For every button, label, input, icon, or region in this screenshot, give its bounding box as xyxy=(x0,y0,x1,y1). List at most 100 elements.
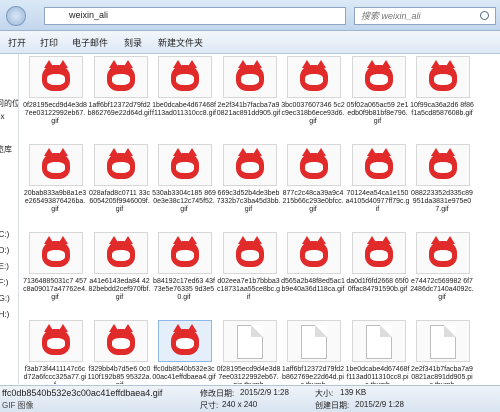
file-name-label: 669c3d52b4de3beb7332b7c3ba45d3bb.gif xyxy=(216,190,281,213)
file-thumbnail[interactable] xyxy=(93,56,148,98)
email-button[interactable]: 电子邮件 xyxy=(72,36,108,49)
file-name-label: 2e2f341b7facba7a90821ac891dd905.gif xyxy=(216,102,281,117)
modified-label: 修改日期: xyxy=(200,389,235,398)
file-name-label: 877c2c48ca39a9c4215b66c293e0bfcc.gif xyxy=(282,190,344,213)
created-value: 2015/2/9 1:28 xyxy=(355,400,404,409)
file-name-label: d565a2b48f8ed5ac1b9e40a36d118ca.gif xyxy=(281,278,345,293)
file-name-label: 1aff6bf12372d79fd2b862769e22d64d.pic.thu… xyxy=(281,366,345,384)
open-button[interactable]: 打开 xyxy=(8,36,26,49)
fox-character-icon xyxy=(106,148,135,179)
sidebar-item-drive-f[interactable]: (F:) xyxy=(0,278,8,287)
command-bar: 打开 打印 电子邮件 刻录 新建文件夹 xyxy=(0,31,500,54)
file-name-label: 530ab3304c185 8690e3e38c12c745f52.gif xyxy=(152,190,216,213)
file-thumbnail[interactable] xyxy=(158,232,212,274)
created-label: 创建日期: xyxy=(315,401,350,410)
file-name-label: 0f28195ecd9d4e3d87ee03122992eb67.gif xyxy=(23,102,87,125)
file-thumbnail[interactable] xyxy=(222,56,277,98)
file-thumbnail[interactable] xyxy=(416,232,470,274)
modified-value: 2015/2/9 1:28 xyxy=(240,388,289,397)
file-name-label: 70124ea54ca1e150a4105d40977ff79c.gif xyxy=(345,190,410,213)
sidebar-item-drive-d[interactable]: (D:) xyxy=(0,246,9,255)
file-grid: 0f28195ecd9d4e3d87ee03122992eb67.gif 1aff… xyxy=(19,54,500,384)
sidebar-item-drive-g[interactable]: (G:) xyxy=(0,294,10,303)
sidebar-item[interactable]: ox xyxy=(0,112,4,121)
blank-file-icon xyxy=(430,325,456,359)
blank-file-icon xyxy=(236,325,263,359)
title-bar: weixin_ali xyxy=(0,0,500,31)
file-thumbnail[interactable] xyxy=(93,144,148,186)
file-thumbnail[interactable] xyxy=(351,320,406,362)
dims-label: 尺寸: xyxy=(200,401,219,410)
file-thumbnail[interactable] xyxy=(29,232,83,274)
file-thumbnail[interactable] xyxy=(287,144,341,186)
address-bar[interactable]: weixin_ali xyxy=(44,7,346,25)
blank-file-icon xyxy=(301,325,327,359)
fox-character-icon xyxy=(106,236,135,267)
file-thumbnail[interactable] xyxy=(416,320,470,362)
file-name-label: 1be0dcabe4d67468ff113ad011310cc8.gif xyxy=(152,102,216,117)
file-thumbnail[interactable] xyxy=(158,320,212,362)
navigation-pane: 问的位置 ox 览库 (C:) (D:) (E:) (F:) (G:) (H:) xyxy=(0,54,19,384)
file-thumbnail[interactable] xyxy=(351,56,406,98)
file-thumbnail[interactable] xyxy=(29,56,83,98)
file-thumbnail[interactable] xyxy=(93,320,148,362)
file-name-label: 71364885031c7 457c8a09017a47762e4.gif xyxy=(23,278,87,301)
file-thumbnail[interactable] xyxy=(222,232,277,274)
file-thumbnail[interactable] xyxy=(287,56,341,98)
file-thumbnail[interactable] xyxy=(287,232,341,274)
file-thumbnail[interactable] xyxy=(222,320,277,362)
dims-value: 240 x 240 xyxy=(222,400,258,409)
size-label: 大小: xyxy=(315,389,334,398)
file-name-label: 1aff6bf12372d79fd2b862769e22d64d.gif xyxy=(87,102,152,117)
fox-character-icon xyxy=(364,236,393,267)
file-thumbnail[interactable] xyxy=(93,232,148,274)
fox-character-icon xyxy=(300,236,328,267)
file-thumbnail[interactable] xyxy=(287,320,341,362)
fox-character-icon xyxy=(429,60,457,91)
file-name-label: a41e6143eda84 4282bebdd2cef970fbf.gif xyxy=(88,278,151,301)
file-thumbnail[interactable] xyxy=(416,56,470,98)
selected-file-name: ffc0db8540b532e3c00ac41effdbaea4.gif xyxy=(2,388,163,398)
file-name-label: 10f99ca36a2d6 8f86f1a5cd8587608b.gif xyxy=(410,102,474,117)
sidebar-item-drive-c[interactable]: (C:) xyxy=(0,230,9,239)
file-name-label: ffc0db8540b532e3c00ac41effdbaea4.gif xyxy=(152,366,216,381)
file-thumbnail[interactable] xyxy=(158,144,212,186)
new-folder-button[interactable]: 新建文件夹 xyxy=(158,36,203,49)
print-button[interactable]: 打印 xyxy=(40,36,58,49)
file-name-label: 20bab833a9b8a1e3e265493876426ba.gif xyxy=(23,190,87,213)
search-box[interactable] xyxy=(354,7,496,25)
fox-character-icon xyxy=(300,148,328,179)
sidebar-item[interactable]: 览库 xyxy=(0,144,12,155)
fox-character-icon xyxy=(429,236,457,267)
fox-character-icon xyxy=(429,148,457,179)
fox-character-icon xyxy=(42,236,70,267)
sidebar-item[interactable]: 问的位置 xyxy=(0,98,18,109)
fox-character-icon xyxy=(106,60,135,91)
search-input[interactable] xyxy=(361,10,471,22)
size-value: 139 KB xyxy=(340,388,367,397)
fox-character-icon xyxy=(300,60,328,91)
fox-character-icon xyxy=(106,324,135,355)
file-thumbnail[interactable] xyxy=(158,56,212,98)
sidebar-item-drive-h[interactable]: (H:) xyxy=(0,310,9,319)
file-thumbnail[interactable] xyxy=(29,144,83,186)
fox-character-icon xyxy=(171,148,199,179)
file-thumbnail[interactable] xyxy=(222,144,277,186)
burn-button[interactable]: 刻录 xyxy=(124,36,142,49)
fox-character-icon xyxy=(364,60,393,91)
file-thumbnail[interactable] xyxy=(29,320,83,362)
fox-character-icon xyxy=(235,148,264,179)
file-name-label: f329bb4b7d5e6 0c0110f192b85 95322a.gif xyxy=(87,366,152,384)
file-thumbnail[interactable] xyxy=(351,144,406,186)
fox-character-icon xyxy=(171,60,199,91)
fox-character-icon xyxy=(171,236,199,267)
file-name-label: 028afad8c0711 33c6054205f9946009f.gif xyxy=(89,190,150,213)
back-button[interactable] xyxy=(6,6,26,26)
fox-character-icon xyxy=(235,60,264,91)
fox-character-icon xyxy=(171,324,199,355)
file-name-label: d02eea7e1b7bbba3c18731aa55ce8bc.gif xyxy=(216,278,281,301)
file-name-label: 0f28195ecd9d4e3d87ee03122992eb67.pic.thu… xyxy=(216,366,281,384)
file-thumbnail[interactable] xyxy=(351,232,406,274)
file-thumbnail[interactable] xyxy=(416,144,470,186)
sidebar-item-drive-e[interactable]: (E:) xyxy=(0,262,9,271)
